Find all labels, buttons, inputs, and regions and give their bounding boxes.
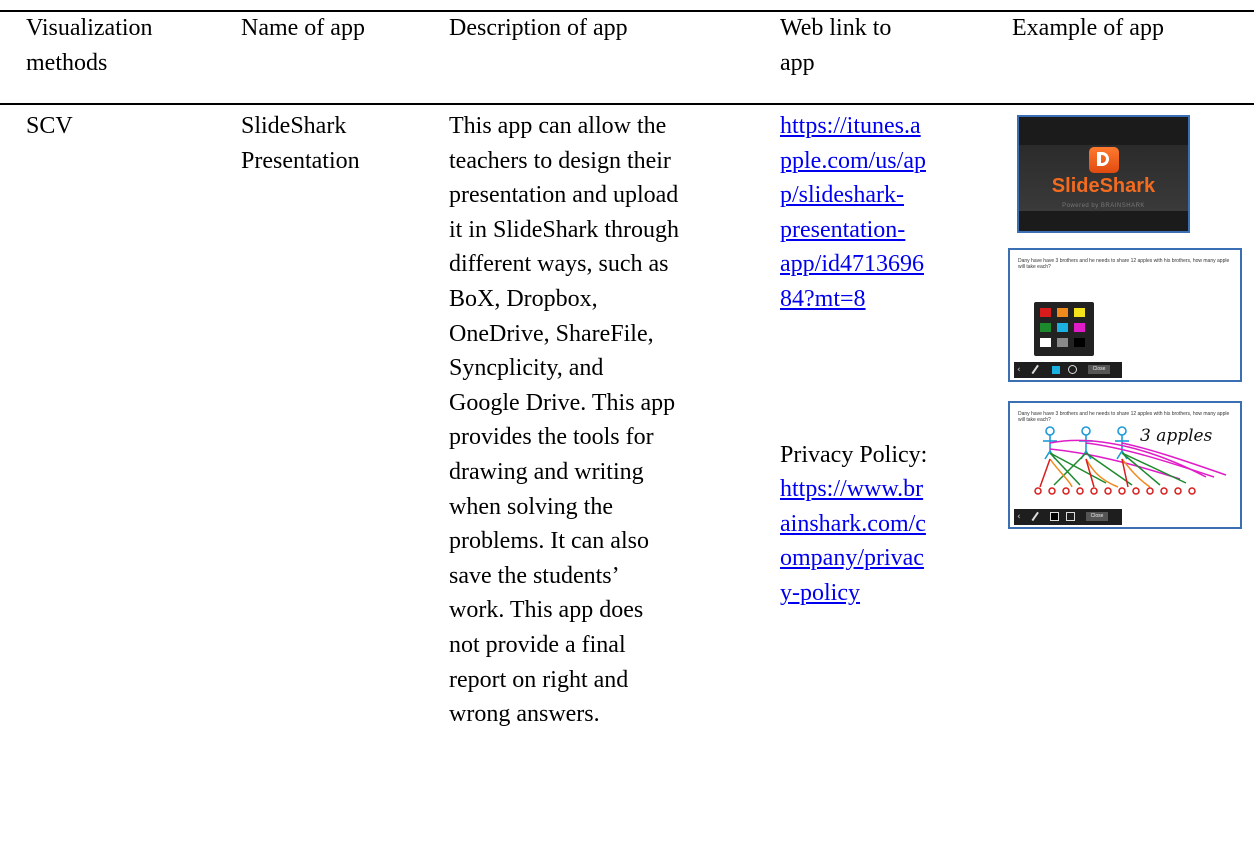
palette-swatch bbox=[1040, 308, 1051, 317]
palette-swatch bbox=[1040, 338, 1051, 347]
cell-app-name: SlideShark Presentation bbox=[241, 113, 360, 174]
header-description-of-app: Description of app bbox=[449, 15, 628, 41]
connection-lines bbox=[1039, 439, 1227, 488]
handwriting-screenshot-image: Dany have have 3 brothers and he needs t… bbox=[1008, 401, 1242, 529]
back-chevron-icon: ‹ bbox=[1017, 512, 1021, 522]
palette-swatch bbox=[1074, 338, 1085, 347]
powered-by-text: Powered by BRAINSHARK bbox=[1062, 203, 1145, 209]
palette-swatch bbox=[1057, 308, 1068, 317]
header-name-of-app: Name of app bbox=[241, 15, 365, 41]
palette-swatch bbox=[1057, 323, 1068, 332]
header-example-of-app: Example of app bbox=[1012, 15, 1164, 41]
handwritten-note: 3 apples bbox=[1140, 426, 1213, 446]
header-bottom-rule bbox=[0, 103, 1254, 105]
slideshark-logo-icon bbox=[1089, 147, 1119, 173]
drawing-toolbar: ‹ Close bbox=[1014, 509, 1122, 525]
slideshark-logo-text: SlideShark bbox=[1051, 175, 1156, 197]
pen-icon bbox=[1031, 511, 1041, 523]
back-chevron-icon: ‹ bbox=[1017, 365, 1021, 375]
close-button: Close bbox=[1088, 365, 1110, 374]
apples-icon bbox=[1034, 487, 1196, 495]
color-swatch-icon bbox=[1052, 366, 1060, 374]
header-visualization-methods: Visualization methods bbox=[26, 15, 153, 76]
cell-method: SCV bbox=[26, 113, 73, 139]
brush-size-icon bbox=[1068, 365, 1077, 374]
privacy-policy-label: Privacy Policy: bbox=[780, 442, 928, 468]
brush-size-icon bbox=[1066, 512, 1075, 521]
palette-swatch bbox=[1040, 323, 1051, 332]
question-text: Dany have have 3 brothers and he needs t… bbox=[1018, 258, 1230, 270]
color-swatch-icon bbox=[1050, 512, 1059, 521]
privacy-policy-link[interactable]: https://www.br ainshark.com/c ompany/pri… bbox=[780, 472, 926, 610]
palette-screenshot-image: Dany have have 3 brothers and he needs t… bbox=[1008, 248, 1242, 382]
cell-description: This app can allow the teachers to desig… bbox=[449, 113, 679, 728]
palette-swatch bbox=[1074, 308, 1085, 317]
palette-swatch bbox=[1057, 338, 1068, 347]
palette-swatch bbox=[1074, 323, 1085, 332]
pen-icon bbox=[1031, 364, 1041, 376]
close-button: Close bbox=[1086, 512, 1108, 521]
color-palette bbox=[1034, 302, 1094, 356]
slideshark-splash-image: SlideShark Powered by BRAINSHARK bbox=[1017, 115, 1190, 233]
drawing-toolbar: ‹ Close bbox=[1014, 362, 1122, 378]
app-store-link[interactable]: https://itunes.a pple.com/us/ap p/slides… bbox=[780, 109, 926, 317]
header-web-link: Web link to app bbox=[780, 15, 892, 76]
